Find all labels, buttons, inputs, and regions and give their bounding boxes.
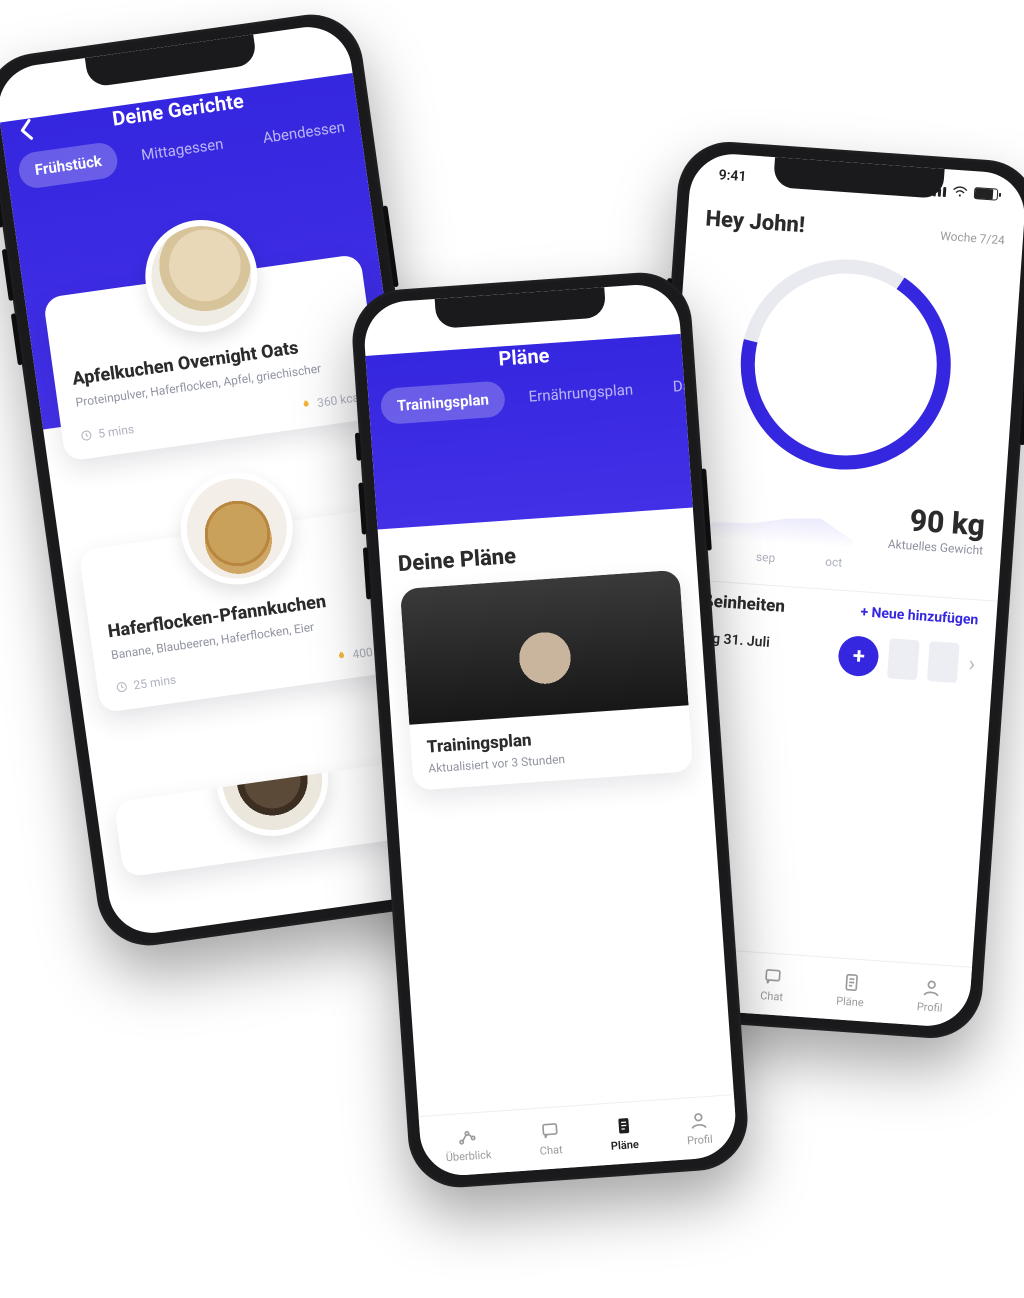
tab-bar: Überblick Chat Pläne Profil [419,1094,739,1178]
ring-value: 3.2 kg [796,349,894,396]
greeting: Hey John! [705,206,806,238]
dish-image [174,465,300,591]
nav-chat[interactable]: Chat [760,966,785,1004]
nav-label: Chat [539,1143,563,1158]
plans-icon [841,971,862,992]
clock-icon [80,428,94,442]
add-photo-button[interactable]: + [837,635,880,678]
nav-plans[interactable]: Pläne [836,971,866,1009]
nav-label: Pläne [610,1137,639,1152]
plans-content[interactable]: Deine Pläne Trainingsplan Aktualisiert v… [378,507,713,809]
month-tick: oct [825,555,843,570]
status-time: 9:41 [22,77,52,97]
status-time: 9:41 [718,167,747,185]
wifi-icon [952,186,969,199]
photo-thumb[interactable] [927,641,960,683]
dish-time: 5 mins [97,422,135,441]
dish-image [209,758,335,844]
nav-profile[interactable]: Profil [685,1109,713,1147]
tab-lunch[interactable]: Mittagessen [123,124,242,176]
chevron-right-icon[interactable]: › [968,651,976,676]
flame-icon [299,398,313,412]
plan-image [400,570,689,725]
ring-label: Du hast abgenommen [783,333,911,357]
nav-overview[interactable]: Überblick [444,1125,492,1164]
dish-time: 25 mins [133,673,177,693]
tab-training[interactable]: Trainingsplan [380,380,506,425]
tab-nutrition[interactable]: Ernährungsplan [511,370,650,415]
nav-profile[interactable]: Profil [916,977,944,1015]
battery-icon [296,41,321,56]
nav-label: Pläne [836,994,864,1009]
nav-plans[interactable]: Pläne [609,1114,639,1152]
overview-icon [457,1126,478,1147]
month-tick: sep [756,550,776,565]
nav-label: Chat [760,989,784,1004]
status-icons [250,41,321,63]
profile-icon [920,977,941,998]
plans-header: Pläne Trainingsplan Ernährungsplan Datei… [365,334,692,530]
nav-chat[interactable]: Chat [538,1120,563,1158]
week-label: Woche 7/24 [940,228,1006,246]
phone-plans: 9:41 Pläne Trainingsplan Ernährungsplan … [349,269,751,1191]
status-time: 9:41 [391,314,420,332]
chat-icon [762,966,783,987]
nav-label: Überblick [445,1148,492,1164]
flame-icon [334,650,348,664]
wifi-icon [274,45,292,59]
nav-label: Profil [687,1132,713,1147]
battery-icon [974,187,999,201]
tab-dinner[interactable]: Abendessen [245,107,363,159]
plan-card[interactable]: Trainingsplan Aktualisiert vor 3 Stunden [400,570,693,791]
wifi-icon [604,302,621,315]
tab-breakfast[interactable]: Frühstück [17,141,120,190]
photo-thumb[interactable] [887,638,920,680]
profile-icon [688,1109,709,1130]
battery-icon [626,300,651,314]
plans-icon [613,1115,634,1136]
clock-icon [115,680,129,694]
section-title: Deine Pläne [397,533,678,577]
chat-icon [539,1120,560,1141]
nav-label: Profil [916,1000,942,1015]
progress-ring: Du hast abgenommen 3.2 kg [700,219,992,511]
